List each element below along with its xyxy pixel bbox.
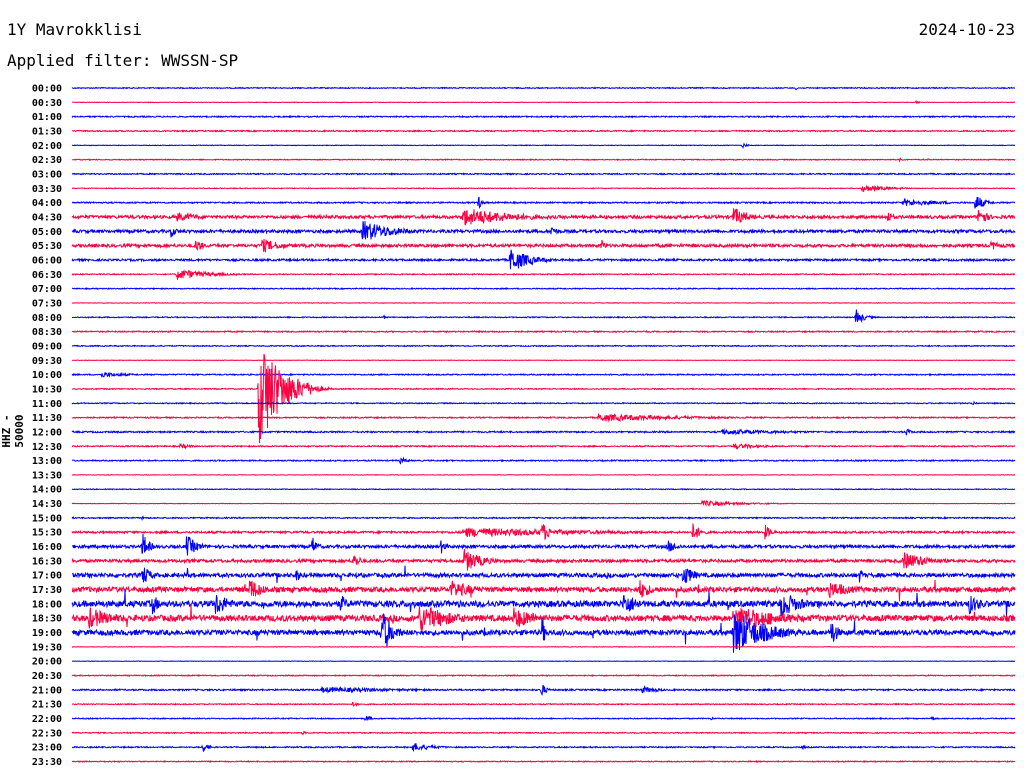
trace-row-2300: [71, 743, 1016, 752]
trace-row-2230: [71, 730, 1016, 736]
trace-row-0800: [71, 309, 1016, 323]
trace-row-0530: [71, 238, 1016, 253]
trace-row-0430: [71, 208, 1016, 226]
trace-row-1800: [71, 589, 1016, 618]
trace-row-2330: [71, 759, 1016, 764]
trace-row-0730: [72, 301, 1015, 304]
trace-row-1730: [72, 579, 1016, 602]
trace-row-0700: [71, 286, 1016, 291]
trace-row-0100: [71, 114, 1016, 119]
time-tick-label: 04:00: [32, 198, 62, 209]
trace-row-1430: [71, 499, 1016, 507]
time-tick-label: 21:00: [32, 685, 62, 696]
time-tick-label: 18:00: [32, 599, 62, 610]
time-tick-label: 16:00: [32, 542, 62, 553]
trace-row-1330: [71, 474, 1016, 476]
time-tick-label: 14:30: [32, 499, 62, 510]
trace-row-0400: [71, 196, 1016, 210]
time-tick-label: 10:00: [32, 370, 62, 381]
time-tick-label: 07:30: [32, 298, 62, 309]
trace-row-1700: [71, 565, 1016, 584]
trace-row-1300: [71, 456, 1016, 465]
time-tick-label: 06:30: [32, 270, 62, 281]
time-tick-label: 15:00: [32, 513, 62, 524]
trace-row-1500: [71, 515, 1016, 521]
time-tick-label: 16:30: [32, 556, 62, 567]
trace-row-1930: [72, 645, 1015, 648]
trace-row-2130: [71, 701, 1016, 708]
time-tick-label: 23:00: [32, 743, 62, 754]
time-tick-label: 10:30: [32, 384, 62, 395]
time-tick-label: 14:00: [32, 485, 62, 496]
time-tick-label: 11:30: [32, 413, 62, 424]
time-tick-label: 06:00: [32, 255, 62, 266]
time-tick-label: 22:30: [32, 728, 62, 739]
time-tick-label: 13:00: [32, 456, 62, 467]
time-tick-label: 18:30: [32, 614, 62, 625]
trace-row-0200: [71, 142, 1016, 150]
time-tick-label: 12:00: [32, 427, 62, 438]
trace-row-0630: [71, 269, 1016, 280]
helicorder-plot: 00:00 00:30 01:00 01:30 02:00 02:30 03:00 03:30…: [32, 84, 1016, 768]
time-tick-label: 09:00: [32, 341, 62, 352]
time-tick-label: 05:30: [32, 241, 62, 252]
trace-row-2100: [71, 684, 1016, 697]
trace-row-1130: [71, 413, 1016, 423]
time-tick-label: 15:30: [32, 528, 62, 539]
time-tick-label: 04:30: [32, 212, 62, 223]
trace-row-2200: [71, 715, 1016, 722]
trace-row-0030: [71, 99, 1016, 105]
time-tick-label: 01:00: [32, 112, 62, 123]
trace-row-1530: [71, 523, 1016, 541]
time-tick-label: 08:30: [32, 327, 62, 338]
time-tick-label: 17:00: [32, 571, 62, 582]
time-tick-label: 23:30: [32, 757, 62, 768]
trace-row-1600: [71, 533, 1016, 556]
time-tick-label: 20:30: [32, 671, 62, 682]
time-tick-label: 09:30: [32, 356, 62, 367]
trace-row-1230: [71, 442, 1016, 451]
time-tick-label: 07:00: [32, 284, 62, 295]
time-tick-label: 21:30: [32, 700, 62, 711]
trace-row-0830: [71, 329, 1016, 334]
trace-row-0130: [72, 129, 1016, 133]
time-tick-label: 13:30: [32, 470, 62, 481]
time-tick-label: 12:30: [32, 442, 62, 453]
time-tick-label: 01:30: [32, 126, 62, 137]
time-tick-label: 03:00: [32, 169, 62, 180]
trace-row-1630: [71, 549, 1016, 571]
trace-row-0500: [71, 221, 1016, 240]
trace-row-1100: [71, 400, 1016, 405]
trace-row-0930: [71, 359, 1016, 362]
trace-row-1400: [71, 487, 1016, 491]
time-tick-label: 17:30: [32, 585, 62, 596]
time-tick-label: 03:30: [32, 184, 62, 195]
time-tick-label: 11:00: [32, 399, 62, 410]
time-tick-label: 05:00: [32, 227, 62, 238]
trace-row-0230: [72, 157, 1016, 163]
time-tick-label: 19:30: [32, 642, 62, 653]
trace-row-1030: [71, 353, 1016, 444]
time-tick-label: 08:00: [32, 313, 62, 324]
trace-row-0330: [71, 184, 1016, 193]
trace-row-0300: [71, 172, 1016, 176]
time-tick-label: 02:00: [32, 141, 62, 152]
time-tick-label: 00:30: [32, 98, 62, 109]
time-tick-label: 02:30: [32, 155, 62, 166]
trace-row-1000: [71, 371, 1016, 378]
time-tick-label: 22:00: [32, 714, 62, 725]
trace-row-0900: [71, 344, 1016, 348]
time-tick-label: 20:00: [32, 657, 62, 668]
time-tick-label: 00:00: [32, 84, 62, 95]
time-tick-label: 19:00: [32, 628, 62, 639]
trace-row-2030: [71, 673, 1016, 678]
trace-row-0600: [71, 249, 1016, 270]
y-axis-label: HHZ - 50000: [0, 414, 26, 448]
trace-row-1200: [71, 427, 1016, 436]
trace-row-0000: [71, 86, 1016, 91]
